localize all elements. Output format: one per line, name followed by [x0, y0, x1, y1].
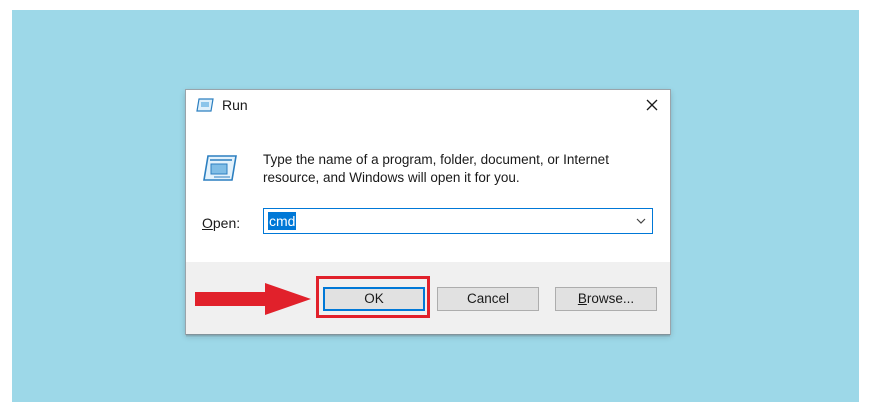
instruction-line-2: resource, and Windows will open it for y… — [263, 170, 520, 185]
run-large-icon — [203, 155, 237, 181]
cancel-button[interactable]: Cancel — [437, 287, 539, 311]
open-input-value[interactable]: cmd — [268, 212, 297, 230]
window-title: Run — [222, 97, 248, 113]
dialog-shadow — [186, 334, 670, 338]
run-icon — [196, 98, 214, 112]
browse-label-rest: rowse... — [586, 291, 635, 306]
open-combobox[interactable]: cmd — [263, 208, 653, 234]
chevron-down-icon — [636, 218, 646, 224]
browse-button[interactable]: Browse... — [555, 287, 657, 311]
dropdown-button[interactable] — [630, 209, 652, 233]
close-button[interactable] — [634, 90, 670, 120]
open-label: Open: — [202, 215, 240, 231]
open-label-rest: pen: — [212, 215, 241, 231]
ok-highlight-box — [316, 276, 430, 318]
open-label-accelerator: O — [202, 215, 213, 231]
instruction-text: Type the name of a program, folder, docu… — [263, 151, 663, 187]
close-icon — [646, 99, 658, 111]
title-bar[interactable]: Run — [186, 90, 670, 120]
instruction-line-1: Type the name of a program, folder, docu… — [263, 152, 609, 167]
red-arrow-annotation — [195, 283, 311, 315]
browse-accelerator: B — [577, 291, 587, 306]
